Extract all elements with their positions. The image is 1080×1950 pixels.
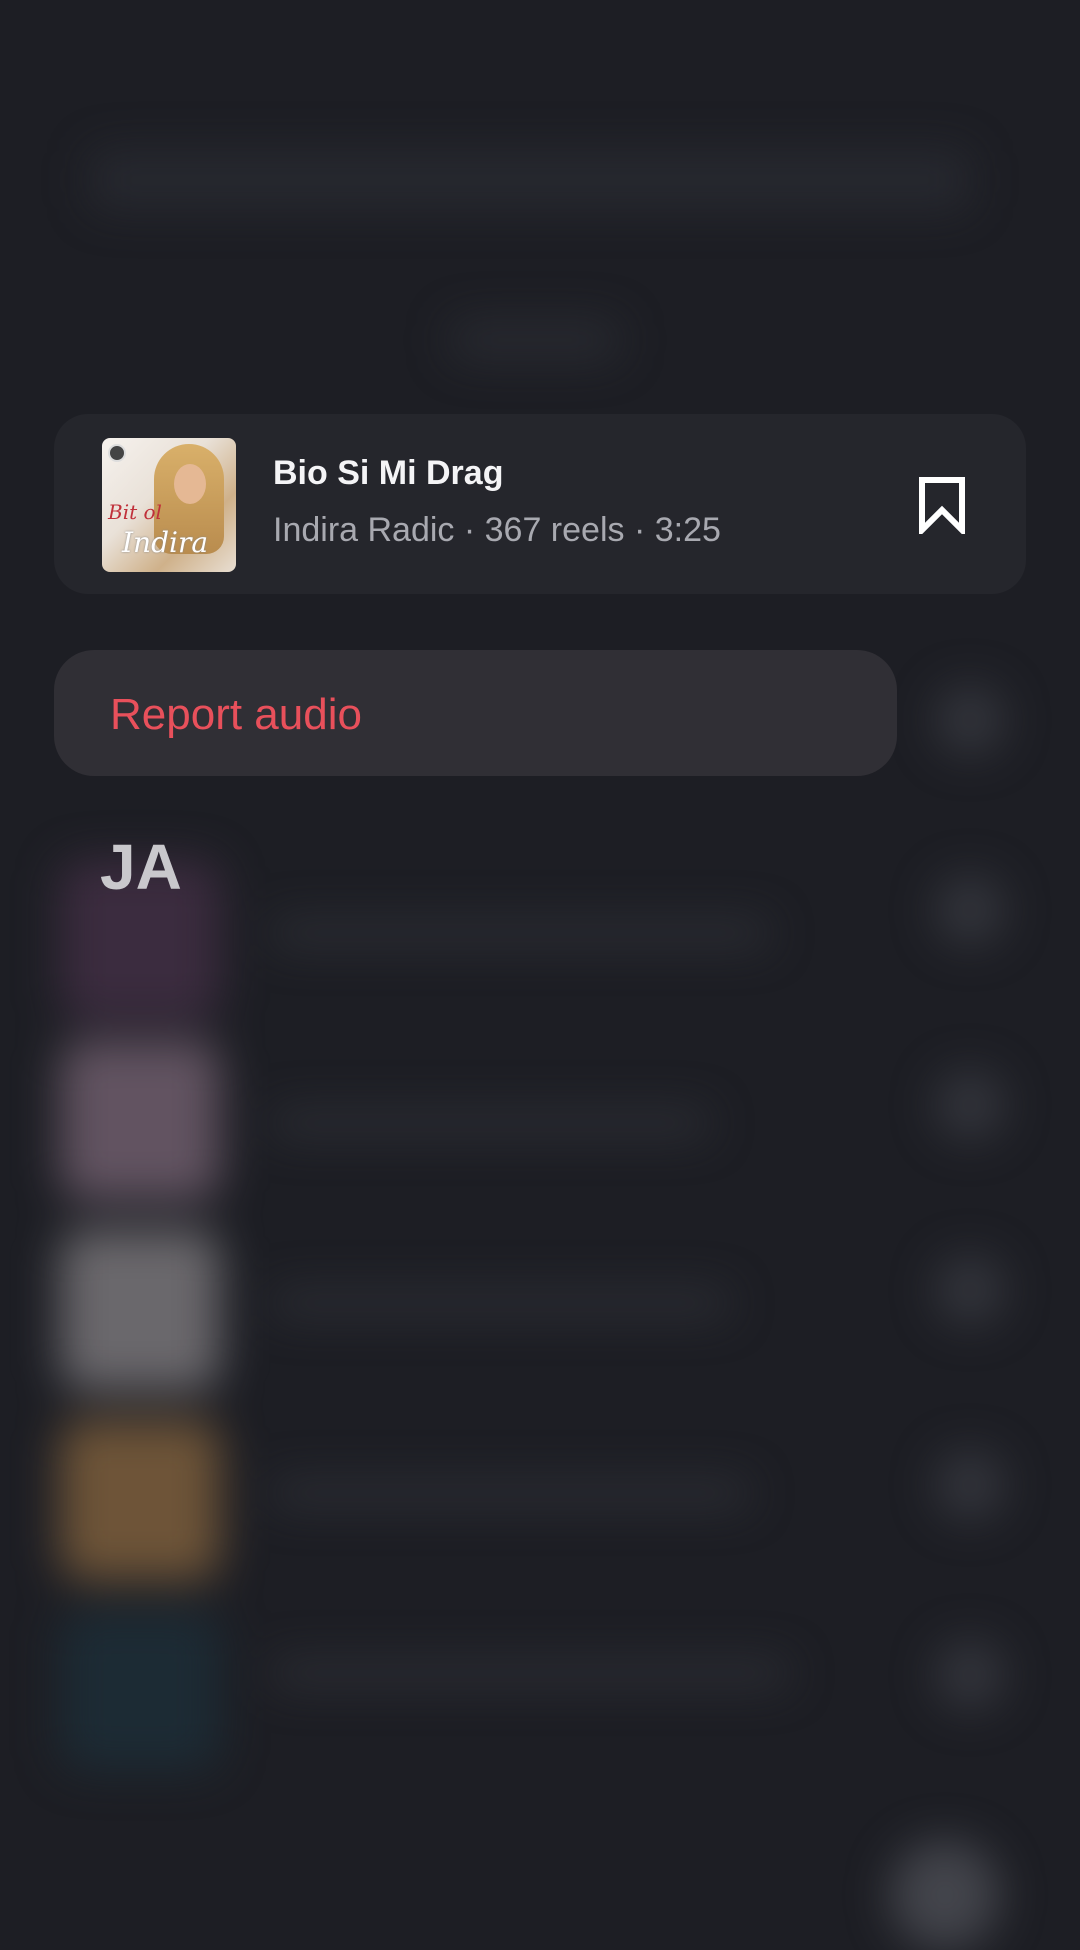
blurred-search-bar [90, 150, 970, 210]
blurred-action [935, 685, 1005, 755]
blurred-action [935, 1450, 1005, 1520]
blurred-action [935, 1070, 1005, 1140]
report-audio-button[interactable]: Report audio [110, 690, 362, 740]
cover-badge [108, 444, 126, 462]
audio-card[interactable]: Bit ol Indira Bio Si Mi Drag Indira Radi… [54, 414, 1026, 594]
blurred-text [270, 920, 770, 946]
album-cover: Bit ol Indira [102, 438, 236, 572]
blurred-text [270, 1290, 730, 1316]
blurred-action [935, 1640, 1005, 1710]
blurred-action [935, 1255, 1005, 1325]
cover-text-red: Bit ol [108, 500, 162, 524]
blurred-text [270, 1660, 790, 1686]
bookmark-icon[interactable] [916, 476, 968, 534]
cover-face [174, 464, 206, 504]
blurred-header [450, 320, 620, 360]
blurred-action [935, 875, 1005, 945]
context-menu: Report audio [54, 650, 897, 776]
audio-title: Bio Si Mi Drag [273, 454, 504, 492]
blurred-background [0, 0, 1080, 1950]
blurred-thumb-3 [60, 1230, 220, 1390]
blurred-tab [890, 1840, 1000, 1950]
blurred-thumb-4 [60, 1420, 220, 1580]
blurred-thumb-2 [60, 1040, 220, 1200]
blurred-thumb-5 [60, 1610, 220, 1770]
blurred-text [270, 1110, 710, 1136]
blurred-text [270, 1480, 750, 1506]
cover-text-white: Indira [122, 526, 209, 559]
section-heading: JA [100, 831, 182, 903]
audio-meta: Indira Radic · 367 reels · 3:25 [273, 511, 721, 549]
